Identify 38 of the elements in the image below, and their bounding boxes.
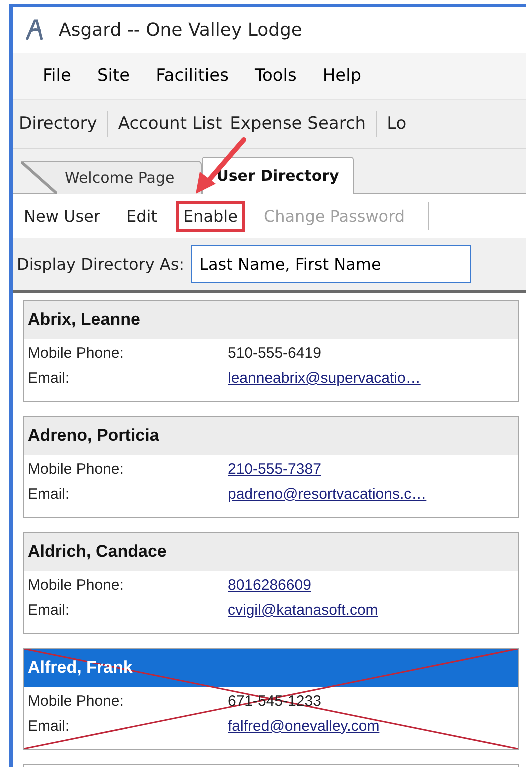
email-link[interactable]: cvigil@katanasoft.com xyxy=(228,602,378,619)
tab[interactable]: User Directory xyxy=(202,157,354,194)
toolbar-button[interactable]: New User xyxy=(17,200,108,232)
field-label: Email: xyxy=(28,602,71,619)
user-name: Abrix, Leanne xyxy=(28,310,140,330)
field-label: Email: xyxy=(28,718,71,735)
user-card[interactable]: Aldrich, Candace Mobile Phone: 8016286609 Email: cvigil@katanasoft.com xyxy=(23,532,519,634)
user-card[interactable]: Abrix, Leanne Mobile Phone: 510-555-6419 Email: leanneabrix@supervacatio… xyxy=(23,300,519,402)
email-link[interactable]: padreno@resortvacations.c… xyxy=(228,486,427,503)
field-label: Email: xyxy=(28,486,71,503)
menu-item[interactable]: Site xyxy=(97,66,130,86)
field-label: Mobile Phone: xyxy=(28,693,125,710)
email-link[interactable]: leanneabrix@supervacatio… xyxy=(228,370,421,387)
menu-item[interactable]: Tools xyxy=(254,66,297,86)
phone-link[interactable]: 210-555-7387 xyxy=(228,461,322,478)
field-label: Mobile Phone: xyxy=(28,345,125,362)
toolbar-button[interactable]: Enable xyxy=(176,200,245,232)
toolbar-button[interactable]: Edit xyxy=(119,200,164,232)
app-logo-icon xyxy=(25,18,45,42)
field-label: Mobile Phone: xyxy=(28,461,125,478)
display-dropdown[interactable]: Last Name, First Name xyxy=(190,245,471,283)
field-label: Mobile Phone: xyxy=(28,577,125,594)
phone-number: 510-555-6419 xyxy=(228,345,322,362)
field-label: Display Directory As: xyxy=(17,254,185,274)
phone-link[interactable]: 8016286609 xyxy=(228,577,312,594)
menu-item[interactable]: File xyxy=(43,66,72,86)
tab[interactable]: Welcome Page xyxy=(21,161,202,194)
toolbar-button[interactable]: Account List xyxy=(118,114,222,134)
toolbar-button[interactable]: Expense Search xyxy=(230,114,366,134)
toolbar-button[interactable]: Directory xyxy=(19,114,98,134)
window-title: Asgard -- One Valley Lodge xyxy=(59,20,303,40)
menu-item[interactable]: Help xyxy=(322,66,362,86)
user-card[interactable]: Adreno, Porticia Mobile Phone: 210-555-7387 Email: padreno@resortvacations.c… xyxy=(23,416,519,518)
toolbar-button[interactable]: Lo xyxy=(387,114,407,134)
field-label: Email: xyxy=(28,370,71,387)
user-name: Adreno, Porticia xyxy=(28,426,160,446)
menu-item[interactable]: Facilities xyxy=(156,66,229,86)
user-name: Aldrich, Candace xyxy=(28,542,167,562)
